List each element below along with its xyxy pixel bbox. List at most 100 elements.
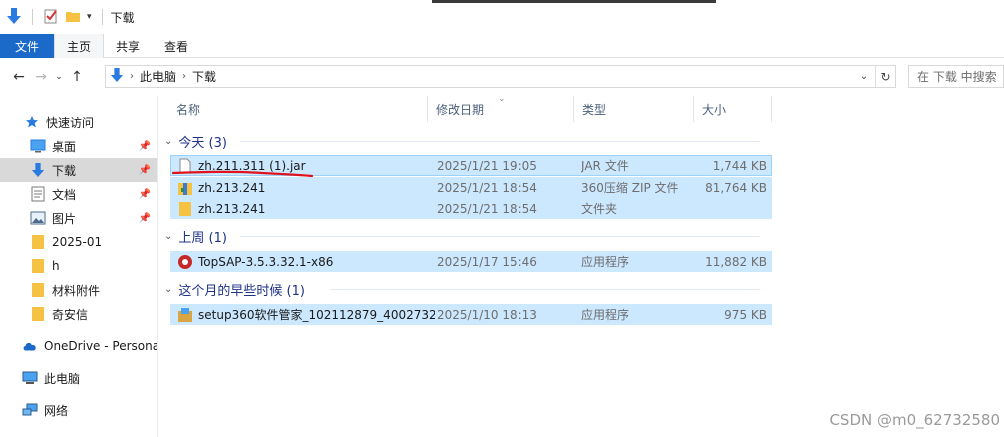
- file-row[interactable]: zh.213.241 2025/1/21 18:54 文件夹: [170, 198, 772, 219]
- chevron-down-icon: ⌄: [55, 72, 63, 82]
- zip-archive-icon: [177, 180, 193, 196]
- sidebar-item-folder-qianxin[interactable]: 奇安信: [0, 302, 157, 326]
- watermark: CSDN @m0_62732580: [829, 411, 1000, 429]
- pin-icon[interactable]: 📌: [139, 213, 151, 224]
- group-label: 上周 (1): [178, 230, 227, 246]
- search-input[interactable]: 在 下载 中搜索: [908, 65, 1004, 88]
- properties-icon[interactable]: [43, 8, 59, 27]
- group-header-today[interactable]: ⌄ 今天 (3): [164, 131, 764, 151]
- installer-icon: [177, 307, 193, 323]
- forward-button[interactable]: →: [30, 66, 52, 88]
- file-row[interactable]: TopSAP-3.5.3.32.1-x86 2025/1/17 15:46 应用…: [170, 251, 772, 272]
- sidebar-item-label: h: [52, 259, 60, 273]
- sidebar-item-onedrive[interactable]: OneDrive - Persona: [0, 334, 157, 358]
- file-row[interactable]: zh.213.241 2025/1/21 18:54 360压缩 ZIP 文件 …: [170, 177, 772, 198]
- breadcrumb-chevron-icon[interactable]: ›: [182, 71, 186, 82]
- sidebar-item-label: 图片: [52, 211, 77, 226]
- tab-home[interactable]: 主页: [54, 34, 105, 58]
- sidebar-item-label: 桌面: [52, 139, 77, 154]
- desktop-icon: [30, 138, 46, 154]
- file-name-cell: setup360软件管家_102112879_4002732: [177, 305, 435, 324]
- file-type: 文件夹: [581, 202, 618, 216]
- file-row[interactable]: setup360软件管家_102112879_4002732 2025/1/10…: [170, 304, 772, 325]
- column-header-type[interactable]: 类型: [574, 96, 694, 122]
- customize-toolbar-dropdown[interactable]: ▾: [87, 12, 92, 22]
- column-header-size[interactable]: 大小: [694, 96, 772, 122]
- file-date: 2025/1/21 19:05: [437, 158, 537, 173]
- group-label: 今天 (3): [178, 135, 227, 151]
- group-label: 这个月的早些时候 (1): [178, 283, 305, 299]
- sort-caret-icon: ⌄: [498, 94, 506, 104]
- file-name-cell: zh.213.241: [177, 199, 435, 218]
- sidebar-item-documents[interactable]: 文档 📌: [0, 182, 157, 206]
- arrow-left-icon: ←: [13, 69, 25, 85]
- pin-icon[interactable]: 📌: [139, 189, 151, 200]
- group-header-last-week[interactable]: ⌄ 上周 (1): [164, 226, 764, 246]
- download-arrow-icon[interactable]: [6, 7, 22, 28]
- group-header-earlier-this-month[interactable]: ⌄ 这个月的早些时候 (1): [164, 279, 764, 299]
- file-date: 2025/1/21 18:54: [437, 201, 537, 216]
- refresh-button[interactable]: ↻: [875, 66, 895, 87]
- quick-access-toolbar: ▾: [0, 7, 107, 28]
- recent-locations-dropdown[interactable]: ⌄: [52, 66, 66, 88]
- download-arrow-icon: [30, 162, 46, 178]
- sidebar-item-label: 网络: [44, 403, 69, 418]
- sidebar-item-label: 2025-01: [52, 235, 103, 249]
- file-name: TopSAP-3.5.3.32.1-x86: [198, 254, 334, 269]
- sidebar-item-label: OneDrive - Persona: [44, 339, 157, 353]
- sidebar-item-folder-2025-01[interactable]: 2025-01: [0, 230, 157, 254]
- address-dropdown-button[interactable]: ⌄: [855, 66, 873, 87]
- sidebar-item-label: 文档: [52, 187, 77, 202]
- sidebar-item-label: 下载: [52, 163, 77, 178]
- breadcrumb-downloads[interactable]: 下载: [192, 68, 216, 85]
- title-bar-edge: [432, 0, 716, 3]
- folder-icon: [30, 306, 46, 322]
- window-title: 下载: [110, 10, 135, 25]
- download-arrow-icon: [110, 67, 124, 86]
- folder-icon: [30, 282, 46, 298]
- file-type: 360压缩 ZIP 文件: [581, 181, 679, 195]
- file-size: [697, 199, 767, 218]
- sidebar-item-folder-materials[interactable]: 材料附件: [0, 278, 157, 302]
- file-date: 2025/1/21 18:54: [437, 180, 537, 195]
- navigation-pane: 快速访问 桌面 📌 下载 📌 文档 📌 图片 📌 2025-01 h 材料附件 …: [0, 96, 158, 437]
- file-name: setup360软件管家_102112879_4002732: [198, 308, 435, 322]
- back-button[interactable]: ←: [8, 66, 30, 88]
- ribbon-tabs: 文件 主页 共享 查看: [0, 34, 1004, 58]
- sidebar-item-downloads[interactable]: 下载 📌: [0, 158, 157, 182]
- file-name: zh.213.241: [198, 201, 266, 216]
- sidebar-item-network[interactable]: 网络: [0, 398, 157, 422]
- new-folder-icon[interactable]: [65, 8, 81, 27]
- folder-icon: [30, 234, 46, 250]
- address-bar[interactable]: › 此电脑 › 下载 ⌄ ↻: [105, 65, 896, 88]
- sidebar-item-label: 此电脑: [44, 371, 81, 386]
- red-underline-annotation: [172, 170, 314, 178]
- toolbar-divider: [32, 9, 33, 25]
- column-header-name[interactable]: 名称: [168, 96, 428, 122]
- pin-icon[interactable]: 📌: [139, 165, 151, 176]
- app-red-icon: [177, 254, 193, 270]
- sidebar-item-label: 快速访问: [46, 115, 95, 130]
- file-size: 1,744 KB: [712, 158, 767, 173]
- sidebar-item-quick-access[interactable]: 快速访问: [0, 110, 157, 134]
- sidebar-item-this-pc[interactable]: 此电脑: [0, 366, 157, 390]
- up-button[interactable]: ↑: [66, 66, 88, 88]
- breadcrumb-chevron-icon[interactable]: ›: [130, 71, 134, 82]
- tab-share[interactable]: 共享: [104, 34, 152, 58]
- group-divider: [240, 141, 760, 142]
- cloud-icon: [22, 338, 38, 354]
- tab-file[interactable]: 文件: [0, 34, 54, 58]
- sidebar-item-label: 奇安信: [52, 307, 89, 322]
- tab-view[interactable]: 查看: [152, 34, 200, 58]
- sidebar-item-folder-h[interactable]: h: [0, 254, 157, 278]
- sidebar-item-desktop[interactable]: 桌面 📌: [0, 134, 157, 158]
- breadcrumb-this-pc[interactable]: 此电脑: [140, 68, 176, 85]
- pin-icon[interactable]: 📌: [139, 141, 151, 152]
- group-divider: [330, 289, 760, 290]
- arrow-right-icon: →: [35, 69, 47, 85]
- sidebar-item-pictures[interactable]: 图片 📌: [0, 206, 157, 230]
- file-name: zh.213.241: [198, 180, 266, 195]
- file-name-cell: zh.213.241: [177, 178, 435, 197]
- toolbar-divider: [101, 9, 103, 25]
- file-size: 81,764 KB: [705, 180, 767, 195]
